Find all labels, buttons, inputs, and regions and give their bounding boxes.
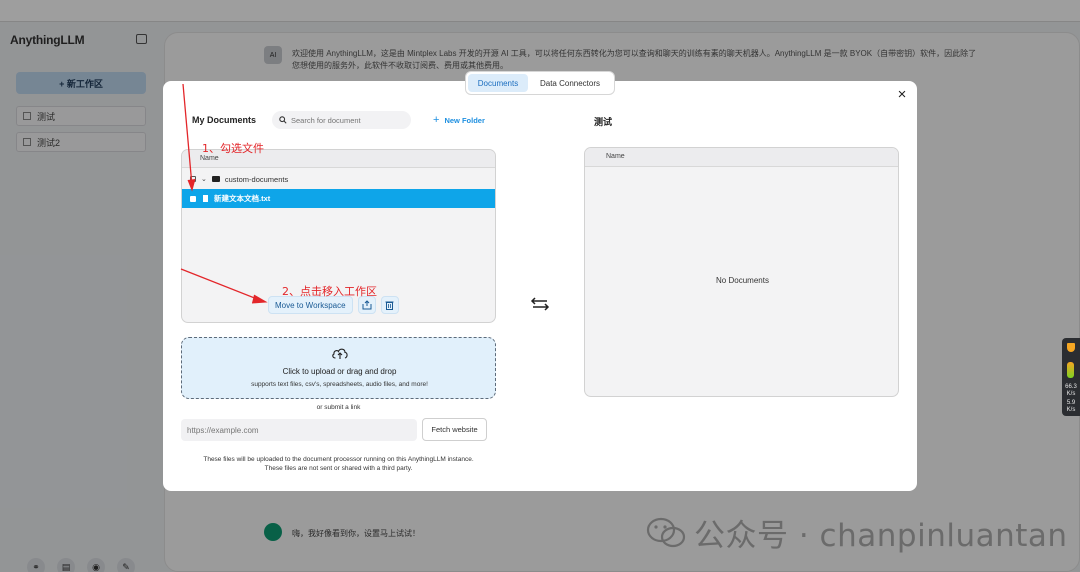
cloud-upload-icon <box>332 348 348 359</box>
disclaimer-line: These files will be uploaded to the docu… <box>203 456 474 463</box>
monitor-value: 66.3 <box>1065 384 1077 390</box>
wechat-icon <box>646 517 686 547</box>
folder-row[interactable]: ⌄ custom-documents <box>182 169 495 189</box>
search-icon <box>279 116 287 124</box>
empty-state: No Documents <box>716 276 769 285</box>
annotation-step1: 1、勾选文件 <box>202 142 264 155</box>
file-name: 新建文本文档.txt <box>214 194 271 203</box>
workspace-title: 测试 <box>594 117 613 127</box>
monitor-unit: K/s <box>1066 407 1076 413</box>
or-submit-link-label: or submit a link <box>316 404 361 411</box>
file-checkbox[interactable] <box>190 195 196 202</box>
watermark-text: 公众号 · chanpinluantan <box>694 518 1068 554</box>
document-search[interactable] <box>272 111 411 129</box>
system-monitor-widget[interactable]: 66.3 K/s 5.9 K/s <box>1062 338 1080 416</box>
new-folder-button[interactable]: + New Folder <box>433 114 485 126</box>
search-input[interactable] <box>291 115 401 125</box>
disclaimer-line: These files are not sent or shared with … <box>264 465 413 472</box>
folder-checkbox[interactable] <box>190 176 196 182</box>
annotation-step2: 2、点击移入工作区 <box>282 285 377 298</box>
watermark: 公众号 · chanpinluantan <box>646 510 1068 555</box>
tab-data-connectors[interactable]: Data Connectors <box>528 74 612 92</box>
tab-documents[interactable]: Documents <box>468 74 528 92</box>
upload-subtitle: supports text files, csv's, spreadsheets… <box>251 381 428 388</box>
upload-dropzone[interactable]: Click to upload or drag and drop support… <box>181 337 496 399</box>
file-icon <box>203 195 208 202</box>
modal-tabs: Documents Data Connectors <box>465 71 615 95</box>
new-folder-label: New Folder <box>444 115 485 125</box>
close-icon[interactable]: × <box>895 87 909 102</box>
delete-button[interactable] <box>380 296 399 314</box>
workspace-documents-list: Name No Documents <box>584 147 899 397</box>
monitor-value: 5.9 <box>1066 400 1076 406</box>
plus-icon: + <box>433 114 440 126</box>
move-folder-icon <box>362 300 372 310</box>
fetch-website-button[interactable]: Fetch website <box>422 418 487 441</box>
trash-icon <box>385 301 394 310</box>
my-documents-title: My Documents <box>192 115 257 125</box>
folder-name: custom-documents <box>224 174 289 184</box>
upload-title: Click to upload or drag and drop <box>282 367 397 376</box>
upload-disclaimer: These files will be uploaded to the docu… <box>181 455 496 473</box>
usage-bar <box>1067 362 1074 378</box>
swap-arrows-icon <box>530 297 550 311</box>
folder-icon <box>211 176 220 182</box>
url-input[interactable] <box>181 419 417 441</box>
column-header-name: Name <box>585 148 898 167</box>
shield-icon <box>1067 343 1075 352</box>
monitor-unit: K/s <box>1066 391 1076 397</box>
file-row-selected[interactable]: 新建文本文档.txt <box>182 189 495 208</box>
chevron-down-icon[interactable]: ⌄ <box>201 175 207 183</box>
